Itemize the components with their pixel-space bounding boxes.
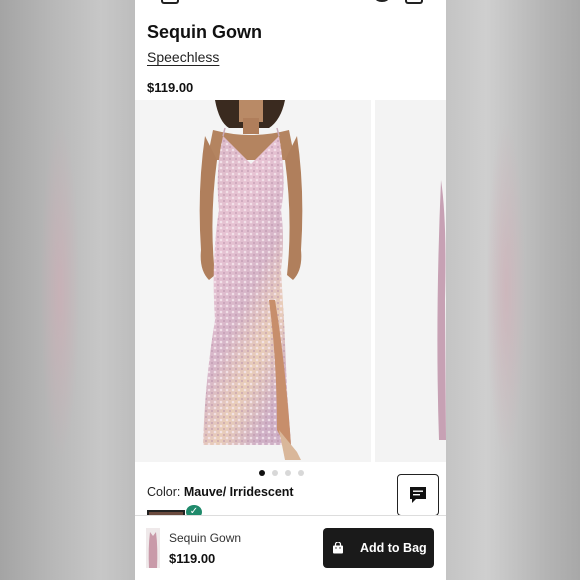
menu-icon[interactable] xyxy=(161,0,179,4)
dress-photo xyxy=(199,100,303,460)
product-title: Sequin Gown xyxy=(147,22,262,42)
background-left xyxy=(0,0,135,580)
brand-link[interactable]: Speechless xyxy=(147,49,219,65)
search-icon[interactable] xyxy=(375,0,389,2)
add-to-bag-button[interactable]: Add to Bag xyxy=(323,528,434,568)
color-label: Color: xyxy=(147,485,181,499)
dress-photo-preview xyxy=(437,180,446,440)
product-page: Sequin Gown Speechless $119.00 Color: Ma… xyxy=(135,0,446,580)
bar-product-price: $119.00 xyxy=(169,551,216,566)
bar-product-name: Sequin Gown xyxy=(169,531,242,545)
product-thumbnail xyxy=(146,528,160,568)
product-image-next[interactable] xyxy=(375,100,446,462)
pagination-dot-2[interactable] xyxy=(272,470,278,476)
pagination-dot-4[interactable] xyxy=(298,470,304,476)
add-to-bag-label: Add to Bag xyxy=(360,541,427,555)
image-gallery[interactable] xyxy=(135,100,446,462)
chat-icon xyxy=(410,487,426,503)
chat-button[interactable] xyxy=(397,474,439,516)
color-selection: Color: Mauve/ Irridescent xyxy=(147,485,294,499)
color-value: Mauve/ Irridescent xyxy=(183,485,294,499)
cart-icon[interactable] xyxy=(405,0,423,4)
background-right xyxy=(446,0,580,580)
thumbnail-dress-icon xyxy=(148,532,158,568)
sticky-add-to-bag-bar: Sequin Gown $119.00 Add to Bag xyxy=(135,515,446,580)
shopping-bag-icon xyxy=(333,542,343,554)
product-price: $119.00 xyxy=(147,80,194,95)
top-header-icons xyxy=(135,0,446,6)
gallery-pagination[interactable] xyxy=(259,470,304,476)
pagination-dot-1[interactable] xyxy=(259,470,265,476)
pagination-dot-3[interactable] xyxy=(285,470,291,476)
product-image-main[interactable] xyxy=(135,100,371,462)
